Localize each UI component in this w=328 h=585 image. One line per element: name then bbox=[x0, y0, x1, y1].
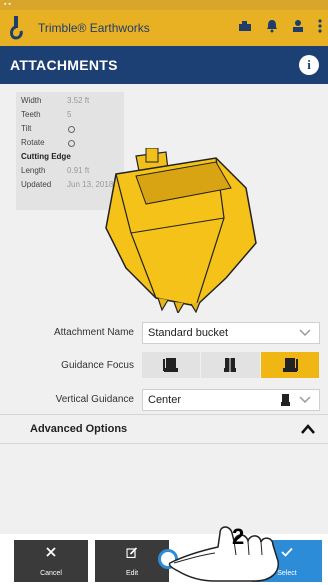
user-icon[interactable] bbox=[292, 19, 304, 33]
teeth-label: Teeth bbox=[21, 110, 41, 119]
vertical-guidance-value: Center bbox=[148, 394, 182, 406]
advanced-options-label: Advanced Options bbox=[30, 423, 128, 435]
info-icon[interactable]: i bbox=[299, 55, 319, 75]
guidance-focus-right-button[interactable] bbox=[260, 352, 320, 378]
rotate-indicator-icon bbox=[68, 140, 75, 147]
attachment-name-select[interactable]: Standard bucket bbox=[142, 322, 320, 344]
attachment-name-label: Attachment Name bbox=[53, 327, 134, 338]
bell-icon[interactable] bbox=[266, 19, 278, 33]
trimble-logo-icon bbox=[10, 16, 23, 40]
updated-label: Updated bbox=[21, 180, 52, 189]
vertical-guidance-select[interactable]: Center bbox=[142, 389, 320, 411]
width-label: Width bbox=[21, 96, 42, 105]
cancel-label: Cancel bbox=[40, 570, 62, 577]
edit-label: Edit bbox=[125, 570, 139, 577]
tutorial-step-number: 2 bbox=[232, 524, 245, 549]
page-title: ATTACHMENTS bbox=[10, 57, 118, 73]
guidance-focus-left-button[interactable] bbox=[142, 352, 202, 378]
rotate-label: Rotate bbox=[21, 138, 45, 147]
width-value: 3.52 ft bbox=[67, 96, 90, 105]
app-title: Trimble® Earthworks bbox=[38, 21, 150, 35]
tilt-label: Tilt bbox=[21, 124, 32, 133]
bucket-center-icon bbox=[281, 394, 290, 406]
cutting-edge-heading: Cutting Edge bbox=[21, 152, 71, 161]
bucket-center-icon bbox=[224, 357, 237, 373]
chevron-down-icon bbox=[299, 396, 311, 404]
vertical-guidance-label: Vertical Guidance bbox=[55, 394, 134, 405]
page-header: ATTACHMENTS i bbox=[0, 46, 328, 84]
chevron-up-icon bbox=[301, 424, 315, 434]
length-value: 0.91 ft bbox=[67, 166, 90, 175]
cancel-button[interactable]: Cancel bbox=[14, 540, 88, 582]
app-bar: Trimble® Earthworks bbox=[0, 10, 328, 46]
teeth-value: 5 bbox=[67, 110, 72, 119]
bucket-illustration bbox=[105, 148, 257, 313]
edit-icon bbox=[126, 547, 138, 558]
guidance-focus-center-button[interactable] bbox=[201, 352, 261, 378]
close-icon bbox=[46, 547, 56, 557]
pointing-hand-icon bbox=[168, 526, 279, 582]
guidance-focus-label: Guidance Focus bbox=[61, 360, 134, 371]
machine-icon[interactable] bbox=[238, 19, 252, 33]
bucket-right-edge-icon bbox=[282, 358, 298, 372]
bucket-left-edge-icon bbox=[163, 358, 179, 372]
attachment-name-value: Standard bucket bbox=[148, 327, 229, 339]
length-label: Length bbox=[21, 166, 46, 175]
status-bar: ▪ ▪ bbox=[0, 0, 328, 10]
status-icons: ▪ ▪ bbox=[4, 1, 11, 8]
more-menu-icon[interactable] bbox=[318, 19, 322, 33]
advanced-options-toggle[interactable]: Advanced Options bbox=[0, 414, 328, 444]
chevron-down-icon bbox=[299, 329, 311, 337]
tilt-indicator-icon bbox=[68, 126, 75, 133]
guidance-focus-selector bbox=[142, 352, 320, 378]
